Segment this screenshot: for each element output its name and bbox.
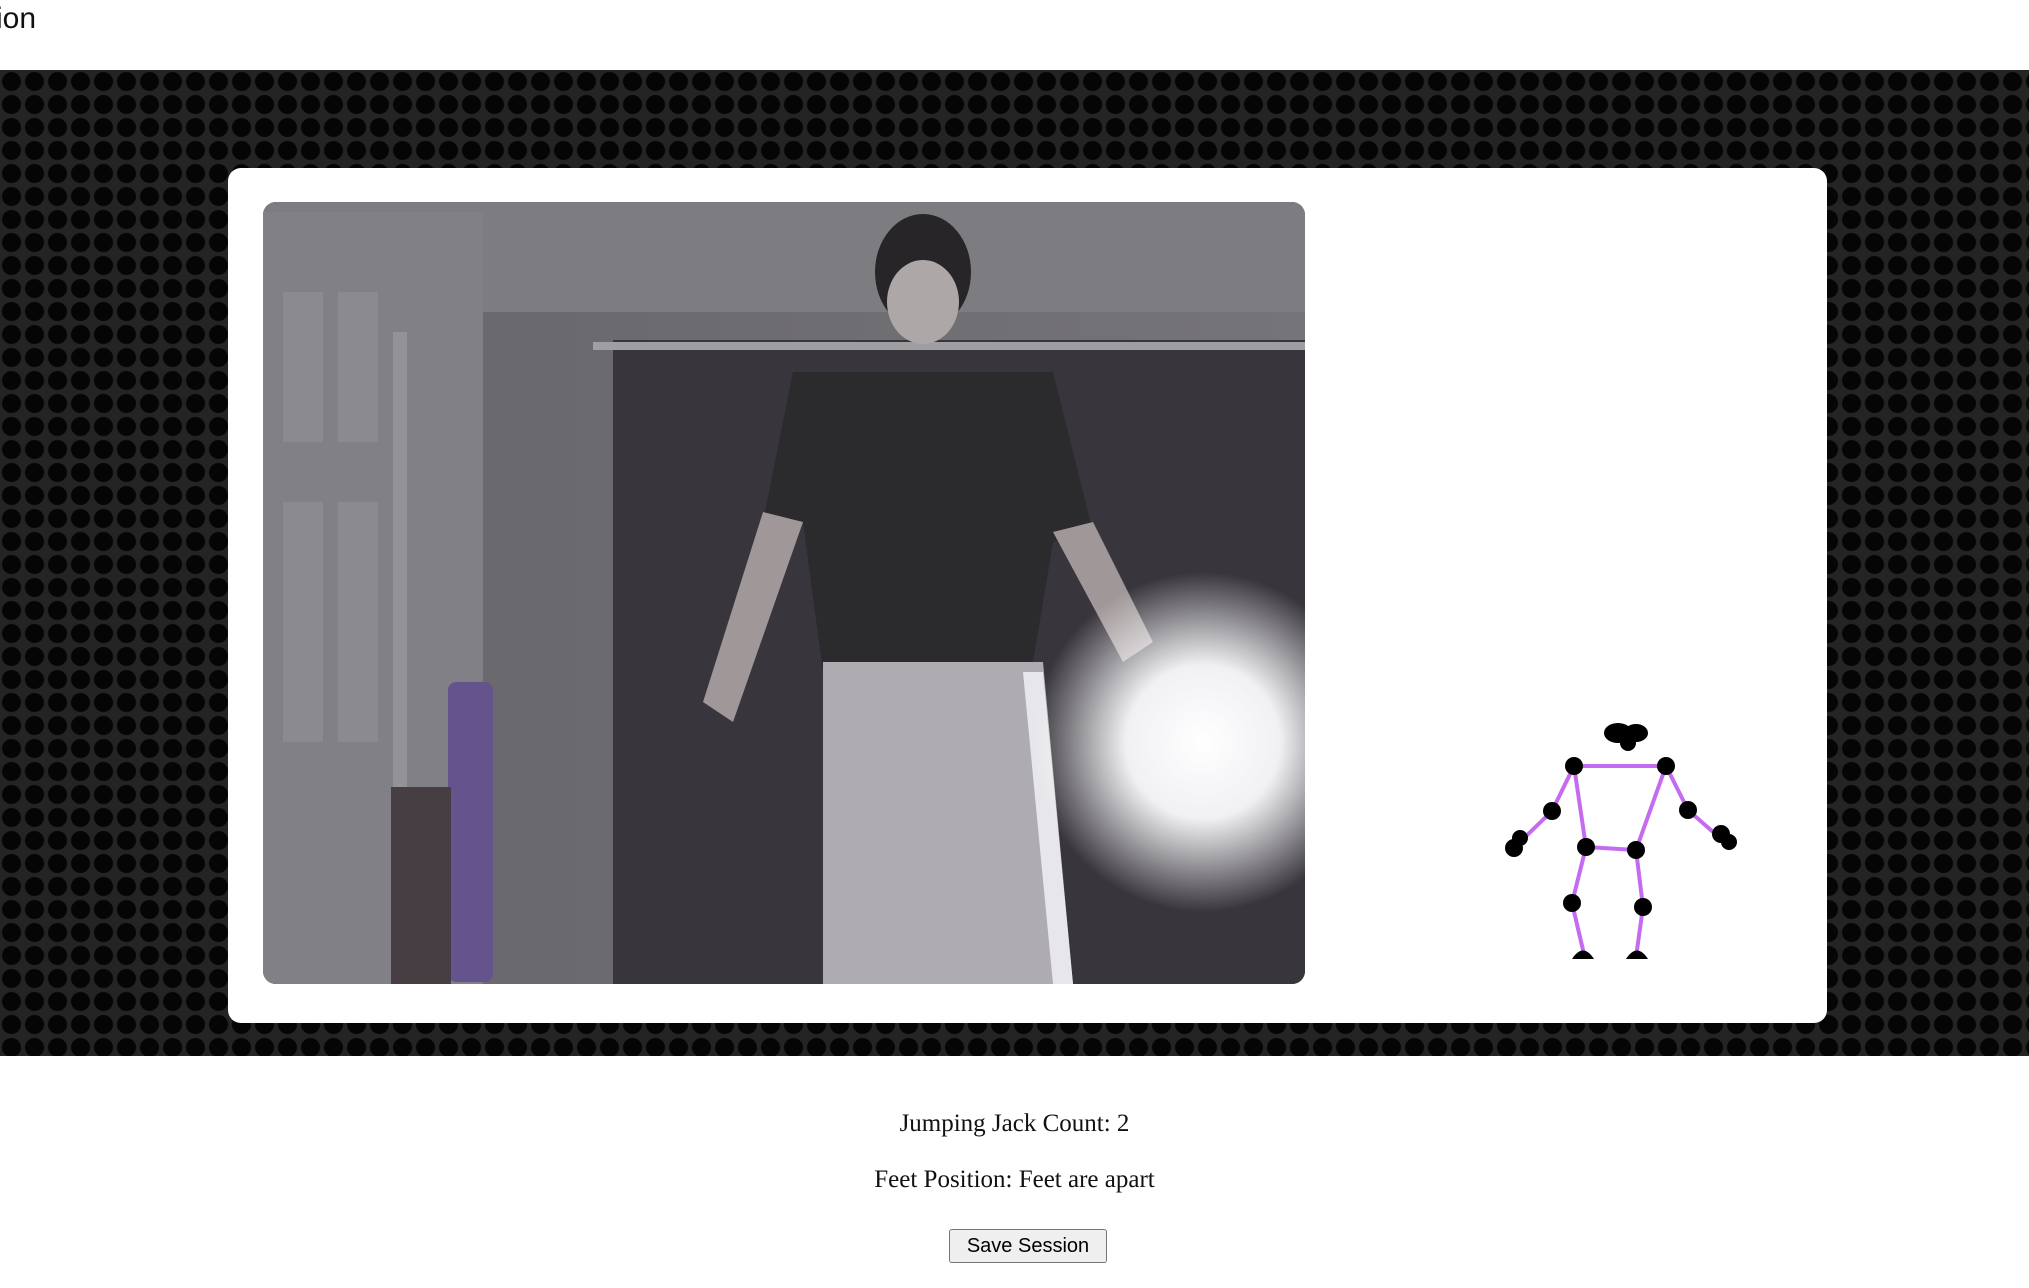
feet-position: Feet Position: Feet are apart bbox=[874, 1166, 1155, 1193]
camera-card bbox=[228, 168, 1827, 1023]
pose-skeleton-drawing bbox=[1505, 723, 1737, 959]
pose-skeleton bbox=[1471, 688, 1771, 988]
camera-stage bbox=[0, 70, 2029, 1056]
webcam-video bbox=[263, 202, 1305, 984]
webcam-frame bbox=[263, 202, 1305, 984]
page-heading: ection bbox=[0, 2, 37, 35]
save-session-button[interactable]: Save Session bbox=[949, 1229, 1107, 1263]
jumping-jack-count: Jumping Jack Count: 2 bbox=[899, 1110, 1130, 1137]
